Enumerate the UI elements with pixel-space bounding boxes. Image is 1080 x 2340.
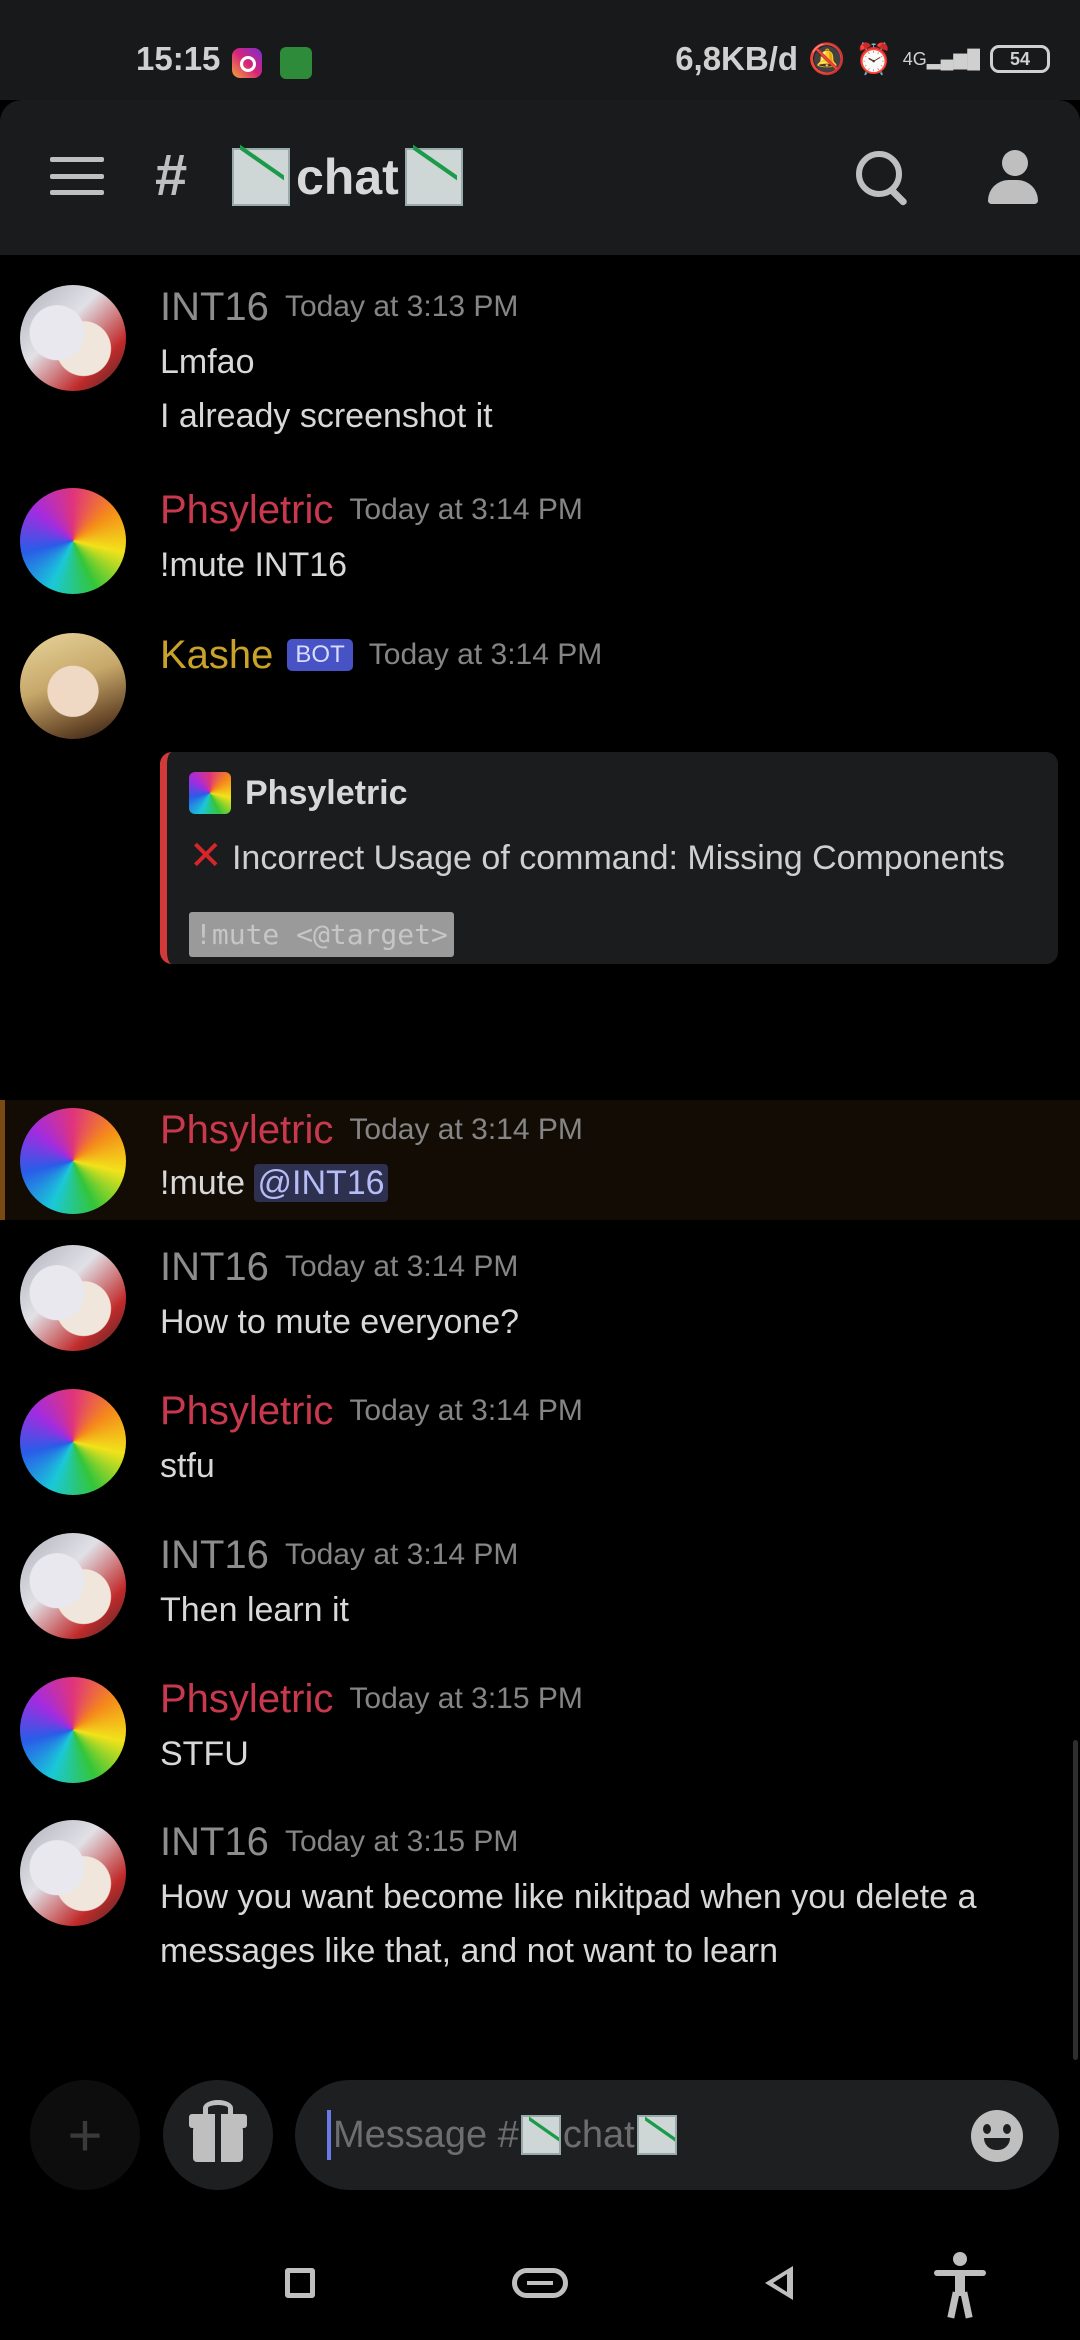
timestamp: Today at 3:15 PM: [349, 1682, 583, 1715]
message-text: I already screenshot it: [160, 397, 493, 435]
author-name[interactable]: Phsyletric: [160, 1108, 333, 1152]
timestamp: Today at 3:14 PM: [368, 638, 603, 671]
avatar[interactable]: [20, 1820, 126, 1926]
message[interactable]: INT16 Today at 3:14 PM Then learn it: [0, 1533, 1080, 1643]
network-type: 4G: [902, 48, 927, 69]
status-time: 15:15: [136, 40, 221, 77]
timestamp: Today at 3:14 PM: [284, 1538, 519, 1571]
search-icon[interactable]: [852, 147, 912, 207]
channel-header: # chat: [0, 100, 1080, 255]
gift-button[interactable]: [163, 2080, 273, 2190]
embed-code: !mute <@target>: [189, 912, 454, 957]
message-highlighted[interactable]: Phsyletric Today at 3:14 PM !mute @INT16: [0, 1100, 1080, 1220]
chart-decreasing-icon: [636, 2115, 677, 2155]
cross-mark-icon: ✕: [189, 834, 223, 878]
message-text: How to mute everyone?: [160, 1303, 520, 1341]
members-icon[interactable]: [980, 150, 1046, 206]
network-speed: 6,8KB/d: [675, 40, 799, 77]
app-notification-icon: [280, 47, 312, 79]
status-bar: 15:15 6,8KB/d 🔕 ⏰ 4G▂▄▆█ 54: [0, 0, 1080, 100]
message[interactable]: Phsyletric Today at 3:14 PM stfu: [0, 1389, 1080, 1499]
add-attachment-button[interactable]: +: [30, 2080, 140, 2190]
chart-decreasing-icon: [232, 148, 290, 206]
chart-decreasing-icon: [520, 2115, 561, 2155]
message-input[interactable]: Message # chat: [295, 2080, 1059, 2190]
channel-title: chat: [232, 148, 463, 206]
status-right: 6,8KB/d 🔕 ⏰ 4G▂▄▆█ 54: [675, 40, 1050, 78]
system-nav-bar: [0, 2210, 1080, 2340]
message-text: STFU: [160, 1735, 249, 1773]
timestamp: Today at 3:14 PM: [349, 493, 583, 526]
embed-author: Phsyletric: [189, 772, 408, 814]
avatar[interactable]: [20, 1677, 126, 1783]
menu-icon[interactable]: [50, 157, 104, 195]
author-name[interactable]: INT16: [160, 1533, 269, 1577]
message-text: How you want become like nikitpad when y…: [160, 1878, 977, 1970]
alarm-icon: ⏰: [855, 42, 893, 76]
accessibility-icon[interactable]: [930, 2252, 990, 2319]
instagram-icon: [232, 48, 262, 78]
message[interactable]: Phsyletric Today at 3:14 PM !mute INT16: [0, 488, 1080, 598]
message[interactable]: INT16 Today at 3:15 PM How you want becom…: [0, 1820, 1080, 1990]
avatar[interactable]: [20, 1108, 126, 1214]
mute-bell-icon: 🔕: [808, 42, 846, 76]
text-caret: [327, 2110, 331, 2160]
message-text: Lmfao: [160, 343, 255, 381]
avatar[interactable]: [20, 633, 126, 739]
recent-apps-icon[interactable]: [285, 2268, 315, 2298]
channel-hash-icon: #: [155, 143, 188, 208]
timestamp: Today at 3:15 PM: [284, 1825, 519, 1858]
author-name[interactable]: Phsyletric: [160, 1677, 333, 1721]
avatar[interactable]: [20, 285, 126, 391]
bot-badge: BOT: [287, 639, 353, 671]
timestamp: Today at 3:14 PM: [284, 1250, 519, 1283]
message-text: stfu: [160, 1447, 215, 1485]
placeholder-channel: chat: [562, 2113, 635, 2156]
battery-icon: 54: [990, 45, 1050, 73]
timestamp: Today at 3:13 PM: [284, 290, 519, 323]
author-name[interactable]: Phsyletric: [160, 1389, 333, 1433]
message[interactable]: INT16 Today at 3:14 PM How to mute everyo…: [0, 1245, 1080, 1355]
embed-author-name: Phsyletric: [245, 773, 408, 812]
placeholder-prefix: Message #: [333, 2113, 519, 2156]
message[interactable]: Kashe BOT Today at 3:14 PM: [0, 633, 1080, 743]
message-text: !mute INT16: [160, 546, 348, 584]
home-icon[interactable]: [512, 2268, 568, 2298]
embed-description: ✕ Incorrect Usage of command: Missing Co…: [189, 830, 1009, 884]
message-placeholder: Message # chat: [333, 2114, 677, 2157]
embed: Phsyletric ✕ Incorrect Usage of command:…: [160, 752, 1058, 964]
message-text: !mute @INT16: [160, 1164, 388, 1203]
message-text: Then learn it: [160, 1591, 349, 1629]
author-name[interactable]: Kashe: [160, 633, 273, 677]
channel-name: chat: [296, 149, 399, 205]
author-name[interactable]: INT16: [160, 1245, 269, 1289]
timestamp: Today at 3:14 PM: [349, 1394, 583, 1427]
author-name[interactable]: Phsyletric: [160, 488, 333, 532]
battery-level: 54: [1009, 48, 1031, 69]
back-icon[interactable]: [765, 2266, 793, 2300]
author-name[interactable]: INT16: [160, 1820, 269, 1864]
avatar[interactable]: [20, 1533, 126, 1639]
message-list[interactable]: INT16 Today at 3:13 PM Lmfao I already sc…: [0, 255, 1080, 2055]
message-text-prefix: !mute: [160, 1164, 255, 1202]
emoji-picker-icon[interactable]: [971, 2110, 1023, 2162]
signal-icon: 4G▂▄▆█: [902, 48, 980, 69]
message-composer: + Message # chat: [0, 2060, 1080, 2210]
chart-decreasing-icon: [404, 148, 463, 206]
embed-author-avatar: [189, 772, 231, 814]
avatar[interactable]: [20, 1245, 126, 1351]
author-name[interactable]: INT16: [160, 285, 269, 329]
timestamp: Today at 3:14 PM: [349, 1113, 583, 1146]
message[interactable]: Phsyletric Today at 3:15 PM STFU: [0, 1677, 1080, 1787]
embed-description-text: Incorrect Usage of command: Missing Comp…: [231, 839, 1005, 877]
avatar[interactable]: [20, 488, 126, 594]
scrollbar[interactable]: [1073, 1740, 1078, 2060]
message[interactable]: INT16 Today at 3:13 PM Lmfao I already sc…: [0, 285, 1080, 435]
avatar[interactable]: [20, 1389, 126, 1495]
user-mention[interactable]: @INT16: [254, 1164, 388, 1202]
